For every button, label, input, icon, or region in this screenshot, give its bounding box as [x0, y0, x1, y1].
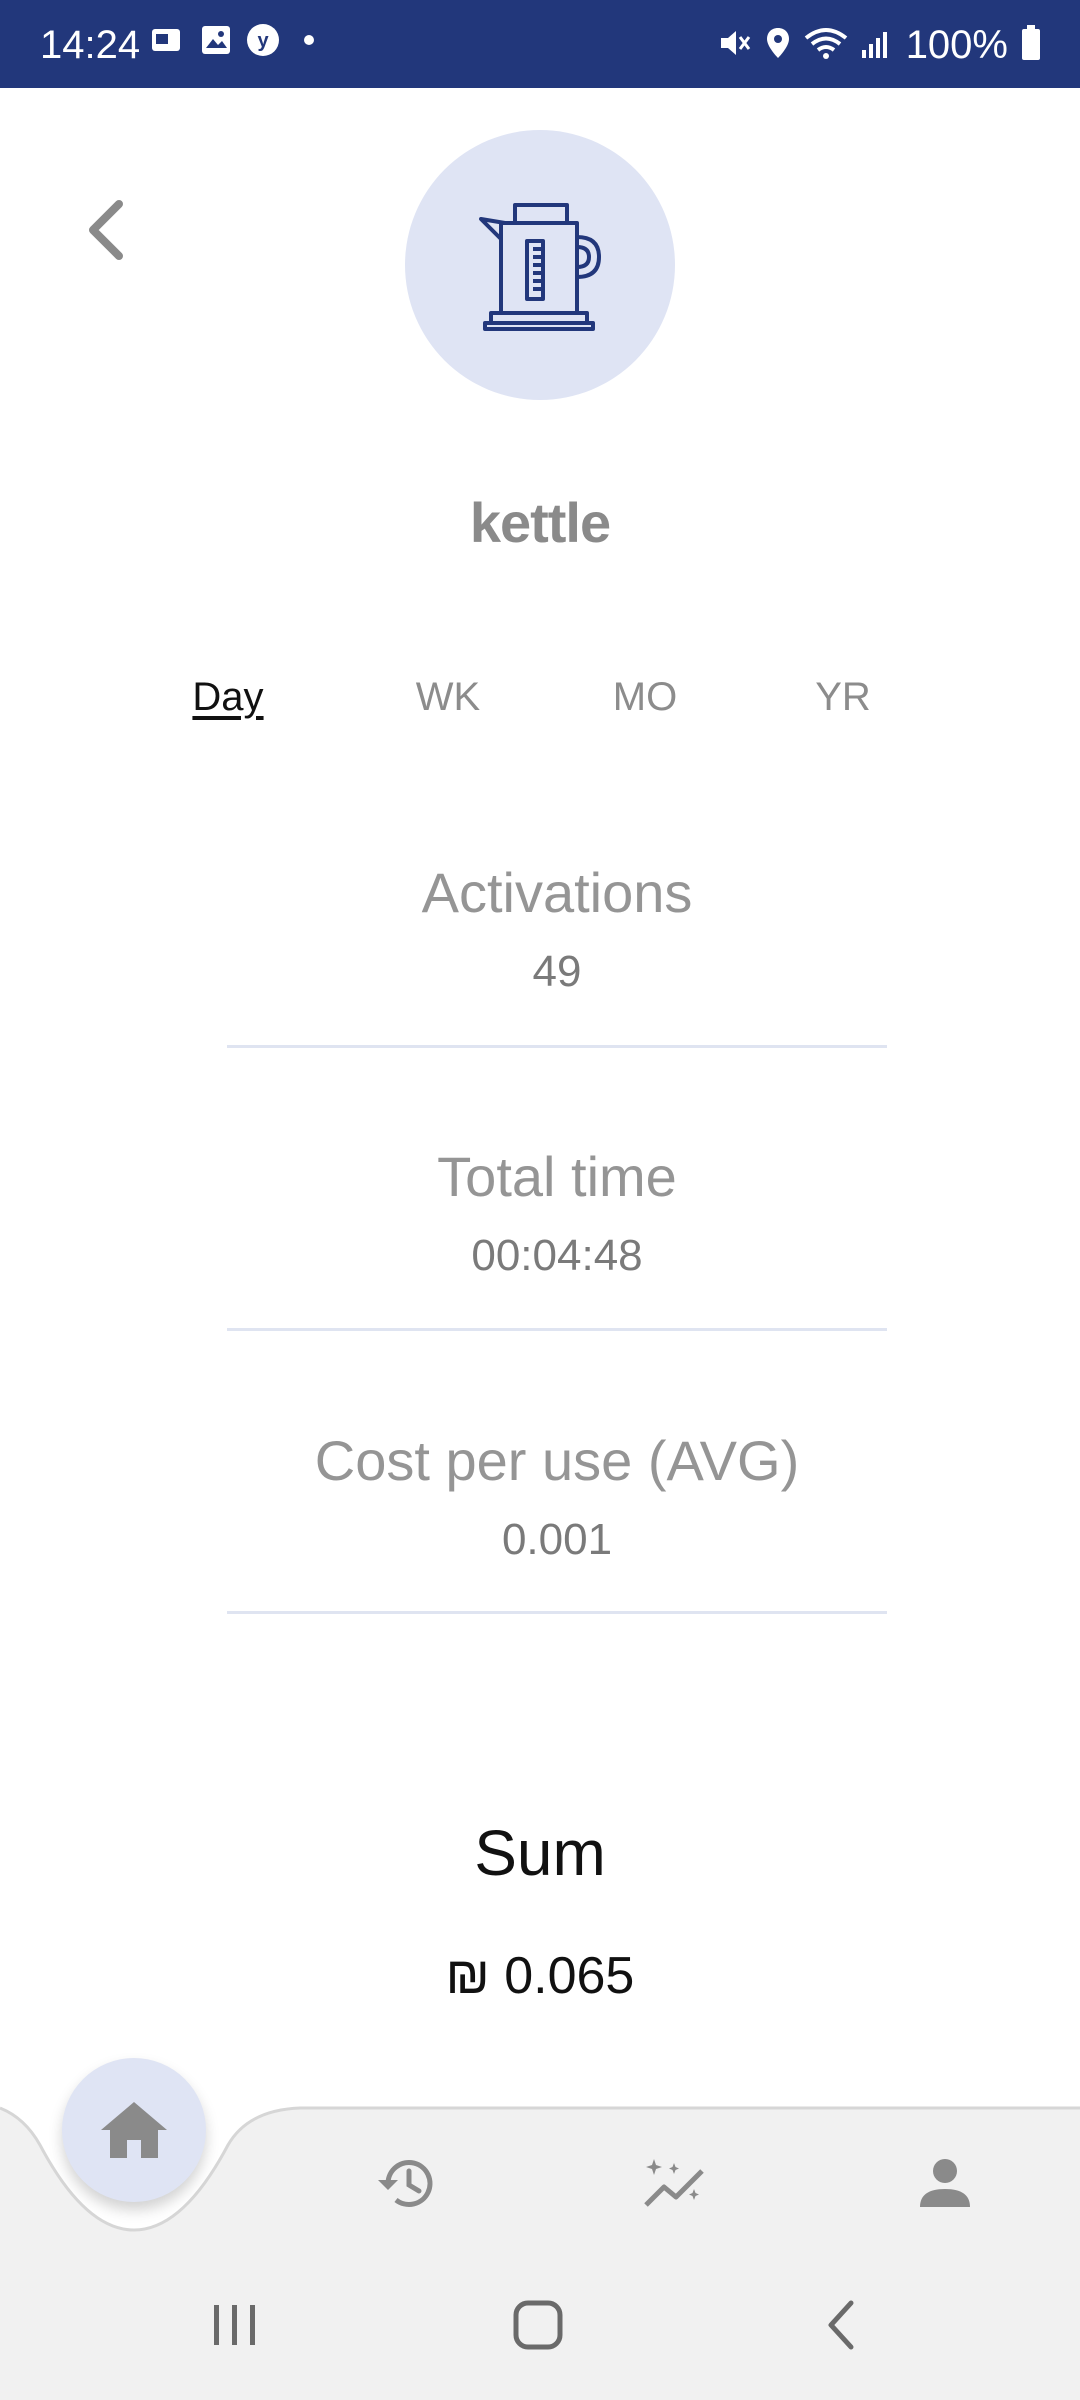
insights-button[interactable]: [635, 2150, 715, 2216]
y-app-icon: y: [246, 23, 280, 62]
divider: [227, 1611, 887, 1614]
stat-label: Total time: [437, 1145, 677, 1208]
stat-cost-per-use: Cost per use (AVG) 0.001: [227, 1426, 887, 1568]
home-square-icon: [513, 2300, 563, 2350]
stat-value: 0.001: [501, 1515, 613, 1564]
back-system-button[interactable]: [800, 2290, 880, 2360]
sum-label: Sum: [474, 1817, 606, 1889]
profile-icon: [920, 2159, 970, 2207]
home-icon: [101, 2102, 167, 2158]
home-system-button[interactable]: [498, 2290, 578, 2360]
battery-icon: [1020, 24, 1042, 66]
notification-icon: [150, 25, 186, 60]
tab-month[interactable]: MO: [565, 672, 725, 722]
stat-activations: Activations 49: [227, 858, 887, 1000]
device-name: kettle: [469, 491, 611, 554]
tab-week[interactable]: WK: [368, 672, 528, 722]
tab-day[interactable]: Day: [148, 672, 308, 722]
chevron-left-icon: [828, 2300, 854, 2350]
dot-icon: [294, 25, 324, 60]
history-button[interactable]: [365, 2150, 445, 2216]
wifi-icon: [804, 26, 848, 65]
stat-total-time: Total time 00:04:48: [227, 1142, 887, 1284]
divider: [227, 1328, 887, 1331]
recent-apps-button[interactable]: [195, 2290, 275, 2360]
device-avatar: [405, 130, 675, 400]
chevron-left-icon: [89, 200, 123, 260]
home-button[interactable]: [62, 2058, 206, 2202]
insights-icon: [644, 2159, 704, 2207]
stat-value: 49: [532, 947, 582, 996]
status-right: 100%: [718, 22, 1042, 68]
svg-text:y: y: [257, 30, 269, 52]
status-bar: 14:24 y 100%: [0, 0, 1080, 88]
stat-label: Activations: [421, 861, 693, 924]
status-left-icons: y: [150, 23, 324, 62]
location-icon: [764, 26, 792, 65]
gallery-icon: [200, 24, 232, 61]
profile-button[interactable]: [905, 2150, 985, 2216]
recent-apps-icon: [214, 2305, 255, 2345]
history-icon: [378, 2160, 433, 2207]
signal-icon: [860, 26, 894, 65]
battery-text: 100%: [905, 23, 1008, 67]
stat-label: Cost per use (AVG): [314, 1429, 800, 1492]
mute-icon: [718, 26, 752, 65]
status-time: 14:24: [40, 23, 141, 67]
tab-year[interactable]: YR: [763, 672, 923, 722]
kettle-icon: [479, 203, 601, 331]
divider: [227, 1045, 887, 1048]
stat-value: 00:04:48: [471, 1231, 643, 1280]
back-button[interactable]: [70, 190, 140, 270]
sum-value: ₪ 0.065: [445, 1947, 635, 2005]
